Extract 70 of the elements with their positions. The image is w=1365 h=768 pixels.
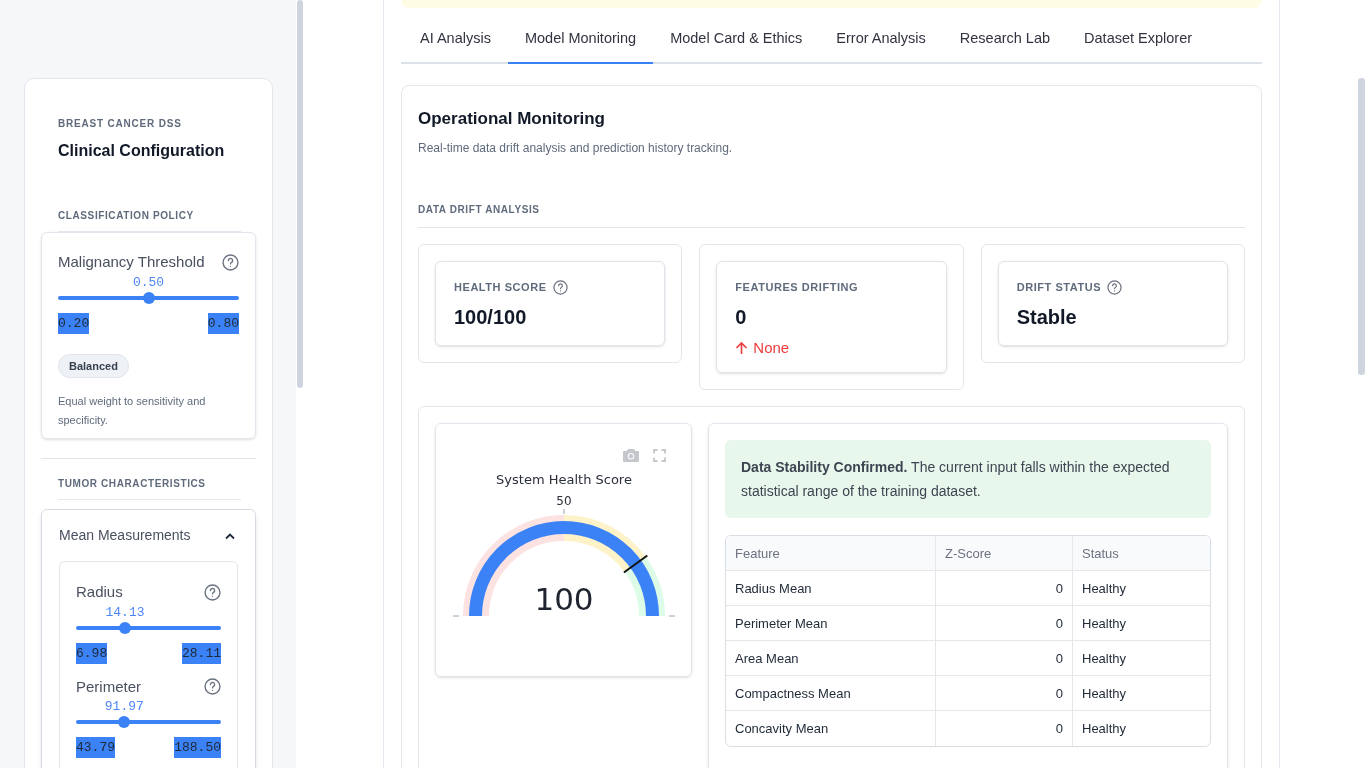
slider-min-label: 6.98 [76,642,108,664]
tab[interactable]: Dataset Explorer [1067,28,1210,64]
help-icon[interactable] [204,678,221,696]
column-header[interactable]: Feature [726,536,935,572]
column-header[interactable]: Status [1072,536,1210,572]
slider-max-label: 188.50 [174,737,221,758]
tab[interactable]: Research Lab [942,28,1068,64]
column-header[interactable]: Z-Score [935,536,1072,572]
slider-label: Radius [76,582,123,602]
metric-value: 0 [735,304,748,330]
table-cell: Compactness Mean [726,676,935,712]
section-heading: TUMOR CHARACTERISTICS [58,476,241,500]
tab[interactable]: AI Analysis [403,28,508,64]
expander-header[interactable]: Mean Measurements [59,510,238,546]
help-icon[interactable] [204,583,221,601]
table-cell: 0 [935,571,1072,607]
slider-min-label: 0.20 [58,312,90,334]
table-cell: 0 [935,711,1072,747]
table-cell: 0 [935,606,1072,642]
table-cell: Area Mean [726,641,935,677]
metric-label: HEALTH SCORE [454,280,547,296]
tab[interactable]: Model Monitoring [507,28,654,64]
table-cell: Healthy [1072,606,1210,642]
slider-label: Perimeter [76,676,142,697]
scrollbar-thumb[interactable] [297,0,303,388]
metric-label: DRIFT STATUS [1016,280,1102,296]
chevron-up-icon[interactable] [224,531,236,540]
section-heading: DATA DRIFT ANALYSIS [418,202,1245,229]
tab[interactable]: Model Card & Ethics [653,28,820,64]
metric-delta: None [753,337,790,358]
table-cell: Radius Mean [726,571,935,607]
metric-label: FEATURES DRIFTING [735,280,859,296]
arrow-up-icon [735,341,749,355]
metric-value: 100/100 [454,304,528,330]
gauge-tick-label: 50 [556,494,572,509]
help-icon[interactable] [552,280,568,295]
policy-badge: Balanced [58,353,129,378]
stability-alert: Data Stability Confirmed. The current input falls within the expected statistical range of the training dataset. [725,440,1211,519]
table-cell: Healthy [1072,676,1210,712]
slider-label: Malignancy Threshold [58,252,205,272]
slider-min-label: 43.79 [76,737,115,758]
table-cell: Healthy [1072,711,1210,747]
table-cell: Perimeter Mean [726,606,935,642]
threshold-marker [622,554,649,574]
slider-max-label: 28.11 [182,642,221,664]
table-cell-text: Concavity Mean [734,720,830,738]
gauge-title: System Health Score [496,472,632,488]
help-icon[interactable] [1107,280,1123,295]
panel-subtitle: Real-time data drift analysis and prediction history tracking. [418,140,734,158]
tab[interactable]: Error Analysis [819,28,943,64]
gauge-value: 100 [534,581,594,618]
slider-value: 14.13 [105,604,145,621]
slider-thumb[interactable] [119,621,131,634]
table-cell: Healthy [1072,641,1210,677]
metric-value: Stable [1016,304,1078,330]
slider-value: 91.97 [104,699,144,715]
section-heading: CLASSIFICATION POLICY [58,208,241,232]
table-cell: 0 [935,641,1072,677]
table-cell: 0 [935,676,1072,712]
table-cell: Healthy [1072,571,1210,607]
sidebar-eyebrow: BREAST CANCER DSS [57,117,183,131]
slider-value: 0.50 [132,274,165,291]
slider-max-label: 0.80 [207,312,239,334]
scrollbar-thumb[interactable] [1358,78,1365,375]
policy-description: Equal weight to sensitivity and specificity. [58,394,207,428]
help-icon[interactable] [222,253,239,271]
sidebar-title: Clinical Configuration [57,141,226,161]
slider-thumb[interactable] [142,291,155,304]
slider-thumb[interactable] [118,716,131,728]
panel-title: Operational Monitoring [418,107,606,130]
